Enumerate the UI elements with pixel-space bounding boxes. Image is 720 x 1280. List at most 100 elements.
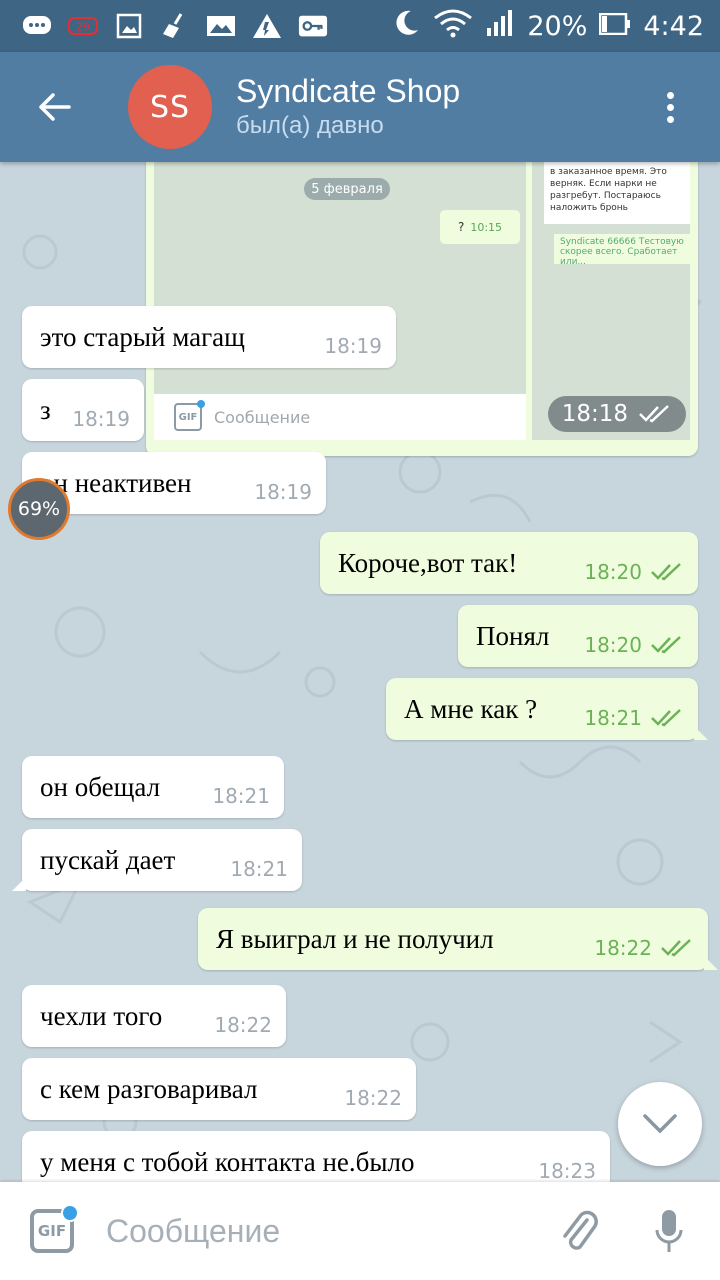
incoming-message[interactable]: пускай дает 18:21 (12, 829, 302, 891)
incoming-message[interactable]: з 18:19 (22, 379, 144, 441)
moon-icon (391, 8, 421, 45)
chat-title: Syndicate Shop (236, 73, 461, 109)
upload-progress-badge[interactable]: 69% (8, 478, 70, 540)
message-text: с кем разговаривал (40, 1073, 258, 1104)
message-meta: 18:21 (566, 688, 684, 730)
bubble-tail (694, 726, 708, 740)
thumb-placeholder: Сообщение (214, 407, 311, 427)
message-meta: 18:22 (196, 995, 272, 1037)
thumb-gif-icon: GIF (174, 400, 205, 431)
message-text: А мне как ? (404, 693, 538, 724)
svg-text:29: 29 (76, 21, 89, 33)
status-bar-system: 20% 4:42 (391, 8, 720, 45)
back-arrow-icon[interactable] (24, 77, 84, 137)
chat-status: был(а) давно (236, 112, 384, 139)
message-text: Короче,вот так! (338, 547, 518, 578)
incoming-message[interactable]: он обещал 18:21 (22, 756, 284, 818)
image-icon (114, 12, 144, 40)
message-meta: 18:20 (566, 615, 684, 657)
attach-icon[interactable] (554, 1206, 604, 1256)
message-time: 18:19 (254, 480, 312, 504)
message-meta: 18:19 (306, 316, 382, 358)
status-bar: 29 20% 4:42 (0, 0, 720, 52)
status-bar-notifications: 29 (0, 12, 328, 40)
outgoing-message[interactable]: Короче,вот так! 18:20 (320, 532, 698, 594)
message-text: Понял (476, 620, 550, 651)
message-time: 18:22 (214, 1013, 272, 1037)
broom-icon (160, 12, 190, 40)
message-time: 18:22 (594, 936, 652, 960)
gif-new-dot (61, 1204, 79, 1222)
notification-badge-icon: 29 (68, 12, 98, 40)
avatar[interactable]: SS (128, 65, 212, 149)
key-icon (298, 12, 328, 40)
double-check-icon (661, 939, 691, 957)
outgoing-message[interactable]: А мне как ? 18:21 (386, 678, 708, 740)
battery-percent: 20% (527, 10, 588, 42)
incoming-message[interactable]: с кем разговаривал 18:22 (22, 1058, 416, 1120)
thumb-mini-bubble: ? 10:15 (440, 210, 520, 244)
message-meta: 18:20 (566, 542, 684, 584)
image-timestamp: 18:18 (547, 396, 686, 432)
scroll-down-button[interactable] (618, 1082, 702, 1166)
message-time: 18:23 (538, 1159, 596, 1182)
bubble-tail (704, 956, 718, 970)
double-check-icon (651, 563, 681, 581)
image-time-text: 18:18 (561, 401, 628, 427)
message-time: 18:19 (324, 334, 382, 358)
gallery-icon (206, 12, 236, 40)
clock-time: 4:42 (643, 10, 704, 42)
thumb-input-bar: GIF Сообщение (154, 394, 526, 440)
thumb-date-chip: 5 февраля (304, 178, 390, 200)
double-check-icon (651, 709, 681, 727)
message-list[interactable]: 5 февраля ? 10:15 GIF Сообщение в заказа… (0, 162, 720, 1182)
message-meta: 18:22 (576, 918, 694, 960)
double-check-icon (639, 405, 669, 423)
message-text: Я выиграл и не получил (216, 923, 494, 954)
message-meta: 18:22 (326, 1068, 402, 1110)
thumb-mini-text: ? (457, 220, 465, 234)
gif-label: GIF (37, 1222, 67, 1240)
incoming-message[interactable]: это старый магащ 18:19 (22, 306, 396, 368)
microphone-icon[interactable] (644, 1206, 694, 1256)
message-text: чехли того (40, 1000, 163, 1031)
message-time: 18:21 (584, 706, 642, 730)
message-text: это старый магащ (40, 321, 245, 352)
message-time: 18:21 (212, 784, 270, 808)
incoming-message[interactable]: чехли того 18:22 (22, 985, 286, 1047)
double-check-icon (651, 636, 681, 654)
chat-header: SS Syndicate Shop был(а) давно (0, 52, 720, 162)
thumb-right-reply: Syndicate 66666 Тестовую скорее всего. С… (554, 234, 690, 267)
message-text: з (40, 394, 51, 425)
message-text: у меня с тобой контакта не.было (40, 1146, 415, 1177)
message-composer: GIF (0, 1182, 720, 1280)
thumb-mini-time: 10:15 (470, 220, 503, 234)
message-time: 18:19 (72, 407, 130, 431)
message-meta: 18:21 (194, 766, 270, 808)
message-input[interactable] (104, 1211, 528, 1251)
chat-title-block[interactable]: Syndicate Shop был(а) давно (236, 72, 460, 142)
more-options-icon[interactable] (650, 77, 690, 137)
gif-button[interactable]: GIF (30, 1204, 79, 1253)
message-time: 18:20 (584, 633, 642, 657)
message-meta: 18:19 (54, 389, 130, 431)
incoming-message[interactable]: у меня с тобой контакта не.было 18:23 (12, 1131, 610, 1182)
message-text: он обещал (40, 771, 161, 802)
message-time: 18:21 (230, 857, 288, 881)
message-time: 18:20 (584, 560, 642, 584)
signal-icon (485, 8, 515, 45)
thumb-right-text: в заказанное время. Это верняк. Если нар… (544, 162, 690, 224)
message-meta: 18:19 (236, 462, 312, 504)
bubble-tail (12, 877, 26, 891)
warning-icon (252, 12, 282, 40)
outgoing-message[interactable]: Понял 18:20 (458, 605, 698, 667)
message-time: 18:22 (344, 1086, 402, 1110)
chevron-down-icon (643, 1114, 677, 1134)
battery-icon (599, 11, 631, 42)
screenshot-thumbnail-chat: 5 февраля ? 10:15 GIF Сообщение (154, 162, 526, 440)
message-text: пускай дает (40, 844, 176, 875)
chat-bubble-icon (22, 12, 52, 40)
message-meta: 18:21 (212, 839, 288, 881)
message-meta: 18:23 (520, 1141, 596, 1182)
outgoing-message[interactable]: Я выиграл и не получил 18:22 (198, 908, 718, 970)
